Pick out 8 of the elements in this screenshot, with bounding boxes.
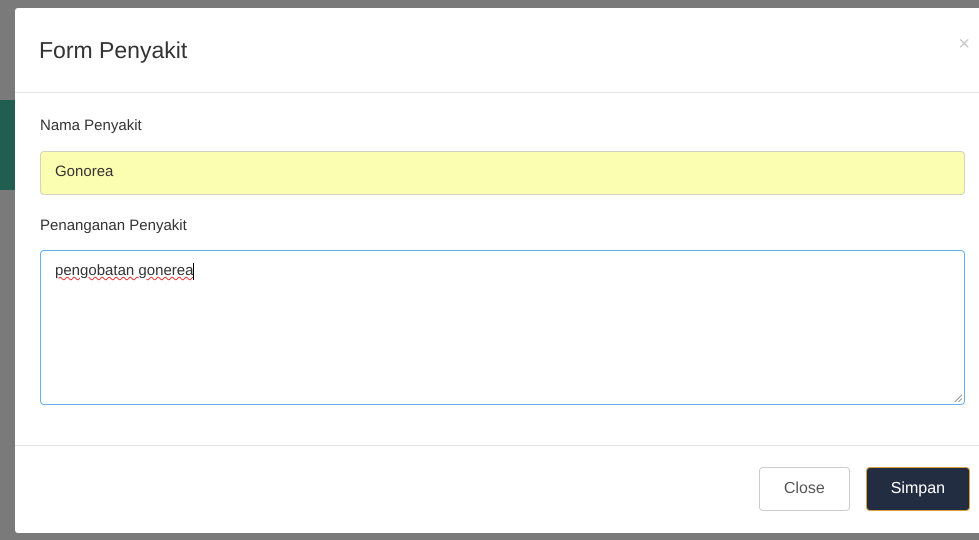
field-label: Penanganan Penyakit	[40, 216, 188, 236]
save-button[interactable]: Simpan	[866, 467, 970, 511]
input-field[interactable]: Gonorea	[40, 150, 965, 194]
modal-title: Form Penyakit	[39, 36, 188, 65]
close-button[interactable]: Close	[758, 467, 850, 511]
text-area[interactable]: pengobatan gonerea	[40, 250, 965, 405]
resize-handle-icon[interactable]	[953, 393, 962, 402]
field-label: Nama Penyakit	[40, 116, 143, 136]
